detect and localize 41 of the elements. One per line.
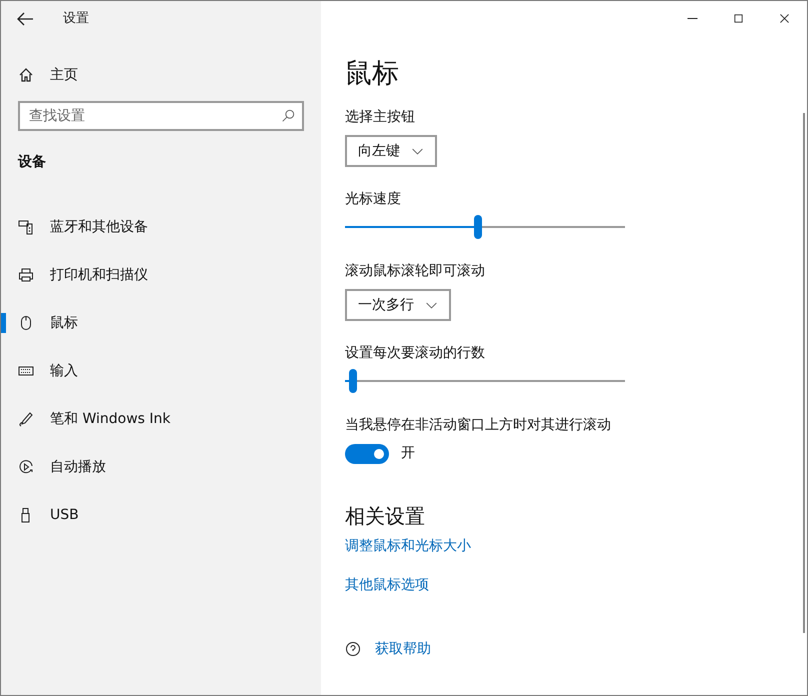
sidebar-item[interactable]: 自动播放	[1, 443, 321, 491]
printer-icon	[18, 267, 34, 283]
link[interactable]: 调整鼠标和光标大小	[345, 536, 471, 556]
search-icon	[281, 109, 295, 123]
sidebar-item[interactable]: 打印机和扫描仪	[1, 251, 321, 299]
dropdown[interactable]: 一次多行	[345, 289, 451, 321]
toggle-switch[interactable]	[345, 444, 389, 464]
scrollbar[interactable]	[803, 113, 805, 633]
help-link[interactable]: 获取帮助	[375, 639, 431, 659]
help-bubble-icon	[345, 641, 361, 657]
link[interactable]: 其他鼠标选项	[345, 575, 429, 595]
keyboard-phone-icon	[18, 219, 34, 235]
back-arrow-icon	[17, 11, 33, 27]
play-circle-icon	[18, 459, 34, 475]
setting-label: 选择主按钮	[345, 108, 416, 127]
mouse-icon	[18, 315, 34, 331]
sidebar-item[interactable]: 输入	[1, 347, 321, 395]
section-heading: 相关设置	[345, 503, 426, 530]
search-field[interactable]: 查找设置	[18, 101, 304, 131]
sidebar-item[interactable]: USB	[1, 491, 321, 539]
pen-icon	[18, 411, 34, 427]
window-title: 设置	[63, 10, 89, 28]
section-heading: 设备	[16, 153, 47, 172]
sidebar-item[interactable]: 蓝牙和其他设备	[1, 203, 321, 251]
home-icon	[18, 67, 34, 83]
toggle-state: 开	[401, 444, 415, 463]
slider-thumb[interactable]	[474, 215, 482, 239]
setting-label: 当我悬停在非活动窗口上方时对其进行滚动	[345, 416, 612, 435]
setting-label: 设置每次要滚动的行数	[345, 344, 486, 363]
selected-indicator	[1, 313, 6, 333]
dropdown[interactable]: 向左键	[345, 135, 437, 167]
setting-label: 光标速度	[345, 190, 402, 209]
maximize-icon	[732, 12, 744, 24]
setting-label: 滚动鼠标滚轮即可滚动	[345, 262, 486, 281]
close-icon	[778, 12, 790, 24]
slider[interactable]	[345, 369, 625, 393]
home-link[interactable]: 主页	[1, 55, 321, 95]
slider-thumb[interactable]	[349, 369, 358, 393]
sidebar-item[interactable]: 笔和 Windows Ink	[1, 395, 321, 443]
page-title: 鼠标	[345, 57, 400, 91]
slider[interactable]	[345, 215, 625, 239]
